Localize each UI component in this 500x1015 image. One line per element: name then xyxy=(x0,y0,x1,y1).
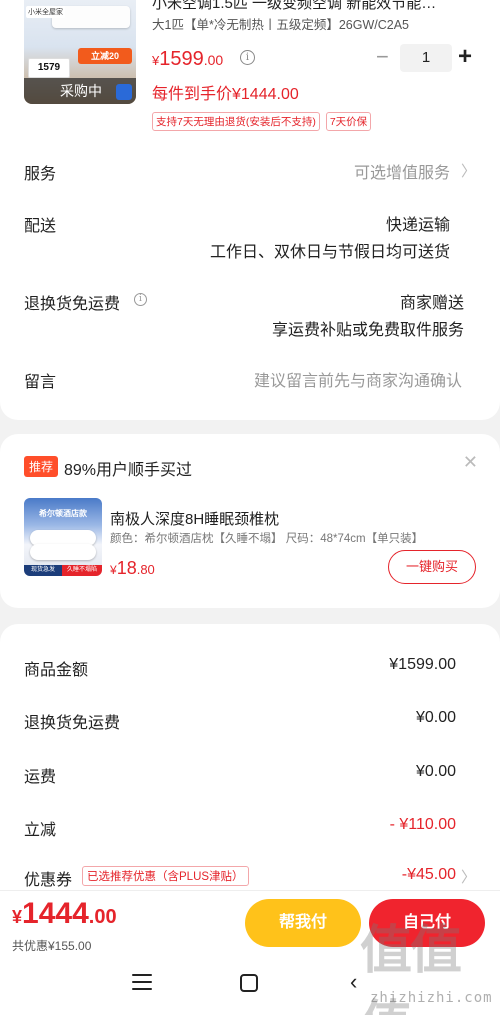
one-click-buy-button[interactable]: 一键购买 xyxy=(388,550,476,584)
return-shipping-fee-row: 退换货免运费 ¥0.00 xyxy=(24,709,456,732)
product-price: ¥1599.00 xyxy=(152,48,224,70)
final-price: 每件到手价¥1444.00 xyxy=(152,86,299,103)
menu-icon[interactable] xyxy=(132,974,152,992)
service-value: 可选增值服务 xyxy=(353,165,450,182)
delivery-label: 配送 xyxy=(24,218,57,235)
price-protect-tag: 7天价保 xyxy=(325,112,372,131)
recommend-product-name[interactable]: 南极人深度8H睡眠颈椎枕 xyxy=(110,508,279,529)
note-input[interactable]: 建议留言前先与商家沟通确认 xyxy=(254,368,462,395)
home-icon[interactable] xyxy=(240,974,258,992)
return-shipping-value: 商家赠送 享运费补贴或免费取件服务 xyxy=(271,295,464,339)
return-policy-tag: 支持7天无理由退货(安装后不支持) xyxy=(152,112,320,131)
goods-amount-row: 商品金额 ¥1599.00 xyxy=(24,656,456,679)
energy-label-icon xyxy=(116,84,132,100)
back-icon[interactable]: ‹ xyxy=(350,971,357,993)
discount-row: 立减 - ¥110.00 xyxy=(24,816,456,839)
return-shipping-label: 退换货免运费 xyxy=(24,296,121,313)
note-label: 留言 xyxy=(24,374,57,391)
recommend-tag: 推荐 xyxy=(24,456,59,477)
help-me-pay-button[interactable]: 帮我付 xyxy=(245,899,361,947)
recommend-product-attrs: 颜色：希尔顿酒店枕【久睡不塌】 尺码：48*74cm【单只装】 xyxy=(110,533,424,545)
product-thumbnail[interactable]: 小米全屋家 立减20 1579 采购中 xyxy=(24,0,136,104)
product-spec[interactable]: 大1匹【单*冷无制热丨五级定频】26GW/C2A5 xyxy=(152,14,409,33)
chevron-right-icon: 〉 xyxy=(460,163,476,180)
close-icon[interactable]: ✕ xyxy=(463,452,478,473)
pay-myself-button[interactable]: 自己付 xyxy=(369,899,485,947)
shipping-fee-row: 运费 ¥0.00 xyxy=(24,763,456,786)
chevron-right-icon: 〉 xyxy=(460,869,476,886)
system-nav-bar: ‹ xyxy=(0,960,500,1015)
product-card: 小米全屋家 立减20 1579 采购中 小米空调1.5匹 一级变频空调 新能效节… xyxy=(0,0,500,420)
plus-icon[interactable]: + xyxy=(458,44,472,70)
service-row[interactable]: 服务 可选增值服务 〉 xyxy=(24,160,476,184)
thumb-promo-badge: 立减20 xyxy=(78,48,132,64)
price-info-icon[interactable]: i xyxy=(240,50,255,65)
delivery-value: 快递运输 工作日、双休日与节假日均可送货 xyxy=(209,217,450,261)
coupon-tag: 已选推荐优惠（含PLUS津贴） xyxy=(82,866,249,886)
price-summary-card: 商品金额 ¥1599.00 退换货免运费 ¥0.00 运费 ¥0.00 立减 -… xyxy=(0,624,500,924)
delivery-row[interactable]: 配送 快递运输 工作日、双休日与节假日均可送货 xyxy=(24,212,476,268)
note-row[interactable]: 留言 建议留言前先与商家沟通确认 xyxy=(24,368,476,392)
total-saved: 共优惠¥155.00 xyxy=(12,939,92,953)
pillow-product-image[interactable]: 希尔顿酒店款 现货急发 久睡不塌陷 xyxy=(24,498,102,576)
recommend-card: 推荐 89%用户顺手买过 ✕ 希尔顿酒店款 现货急发 久睡不塌陷 南极人深度8H… xyxy=(0,434,500,608)
product-title: 小米空调1.5匹 一级变频空调 新能效节能… xyxy=(152,0,437,12)
quantity-value[interactable]: 1 xyxy=(400,44,452,72)
total-price: ¥1444.00 xyxy=(12,897,117,930)
service-label: 服务 xyxy=(24,166,57,183)
recommend-product-price: ¥18.80 xyxy=(110,558,155,578)
coupon-row[interactable]: 优惠券 已选推荐优惠（含PLUS津贴） -¥45.00 〉 xyxy=(24,866,476,890)
quantity-stepper: − 1 + xyxy=(370,44,482,72)
minus-icon[interactable]: − xyxy=(376,46,389,68)
service-tags: 支持7天无理由退货(安装后不支持) 7天价保 xyxy=(152,112,372,131)
thumb-price: 1579 xyxy=(28,58,70,78)
recommend-headline: 89%用户顺手买过 xyxy=(64,462,193,479)
info-icon[interactable]: i xyxy=(134,293,147,306)
thumb-brand-tag: 小米全屋家 xyxy=(26,6,65,18)
checkout-bar: ¥1444.00 共优惠¥155.00 帮我付 自己付 xyxy=(0,890,500,960)
return-shipping-row[interactable]: 退换货免运费 i 商家赠送 享运费补贴或免费取件服务 xyxy=(24,290,476,346)
